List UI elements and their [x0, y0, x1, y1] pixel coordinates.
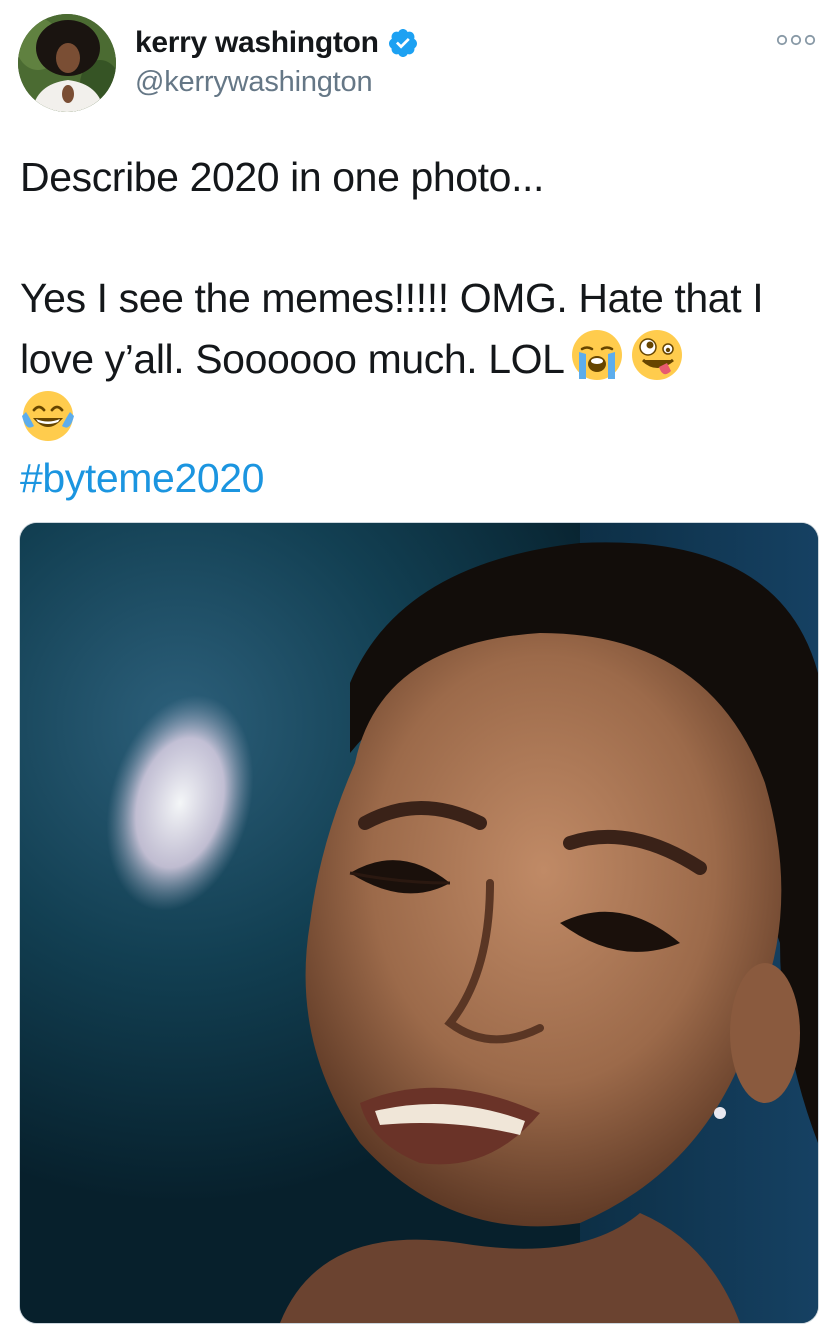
verified-badge-icon — [387, 27, 419, 59]
tweet-media-photo[interactable] — [19, 522, 819, 1324]
profile-photo-icon — [18, 14, 116, 112]
loudly-crying-face-icon — [569, 327, 625, 383]
tweet-card: kerry washington @kerrywashington Descri… — [0, 0, 834, 1332]
tweet-hashtag-line: #byteme2020 — [20, 449, 820, 507]
tweet-text: Describe 2020 in one photo... Yes I see … — [20, 148, 820, 507]
photo-image — [20, 523, 818, 1323]
tweet-text-line-1: Describe 2020 in one photo... — [20, 154, 545, 200]
more-options-icon[interactable] — [776, 32, 816, 48]
author-avatar[interactable] — [18, 14, 116, 112]
zany-face-icon — [629, 327, 685, 383]
author-handle[interactable]: @kerrywashington — [135, 66, 419, 99]
hashtag-link[interactable]: #byteme2020 — [20, 455, 264, 501]
author-name-block[interactable]: kerry washington @kerrywashington — [135, 24, 419, 99]
face-with-tears-of-joy-icon — [20, 388, 76, 444]
author-display-name[interactable]: kerry washington — [135, 26, 379, 60]
tweet-text-paragraph-2: Yes I see the memes!!!!! OMG. Hate that … — [20, 269, 820, 449]
